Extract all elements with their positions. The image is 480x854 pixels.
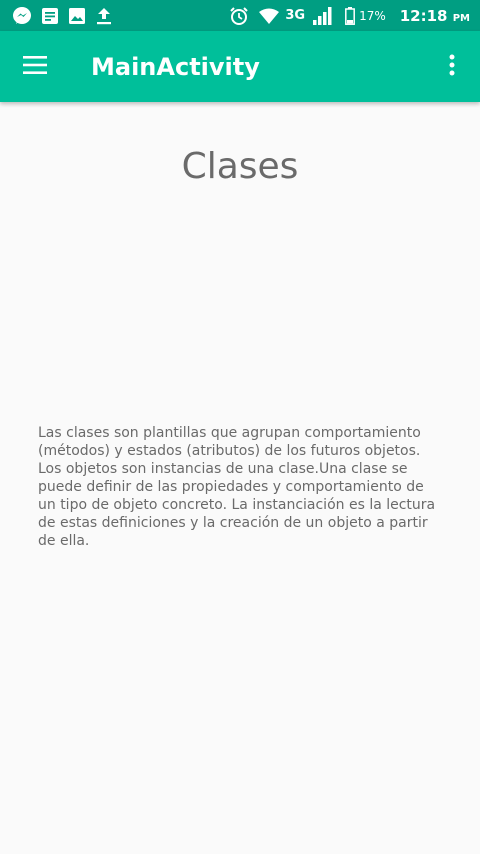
- alarm-icon: [229, 6, 249, 26]
- page-title: Clases: [181, 146, 299, 187]
- status-bar: 3G 17% 12:18 PM: [0, 0, 480, 31]
- upload-icon: [95, 6, 113, 26]
- clock: 12:18 PM: [400, 7, 470, 25]
- app-title: MainActivity: [91, 52, 260, 81]
- network-type-label: 3G: [285, 8, 306, 23]
- app-bar: MainActivity: [0, 31, 480, 102]
- overflow-menu-button[interactable]: [424, 31, 480, 102]
- wifi-icon: [259, 8, 280, 24]
- description-text: Las clases son plantillas que agrupan co…: [38, 425, 436, 549]
- clock-time: 12:18: [399, 6, 448, 25]
- messenger-icon: [12, 6, 32, 26]
- hamburger-menu-icon: [23, 55, 47, 78]
- notes-icon: [41, 7, 59, 25]
- image-icon: [68, 7, 86, 25]
- navigation-menu-button[interactable]: [0, 31, 70, 102]
- clock-ampm: PM: [452, 12, 470, 24]
- signal-icon: [313, 6, 333, 25]
- more-vert-icon: [449, 54, 455, 80]
- system-icons: 3G 17% 12:18 PM: [229, 6, 470, 26]
- battery-percent: 17%: [359, 8, 386, 23]
- battery-icon: [345, 6, 356, 25]
- notification-icons: [12, 6, 113, 26]
